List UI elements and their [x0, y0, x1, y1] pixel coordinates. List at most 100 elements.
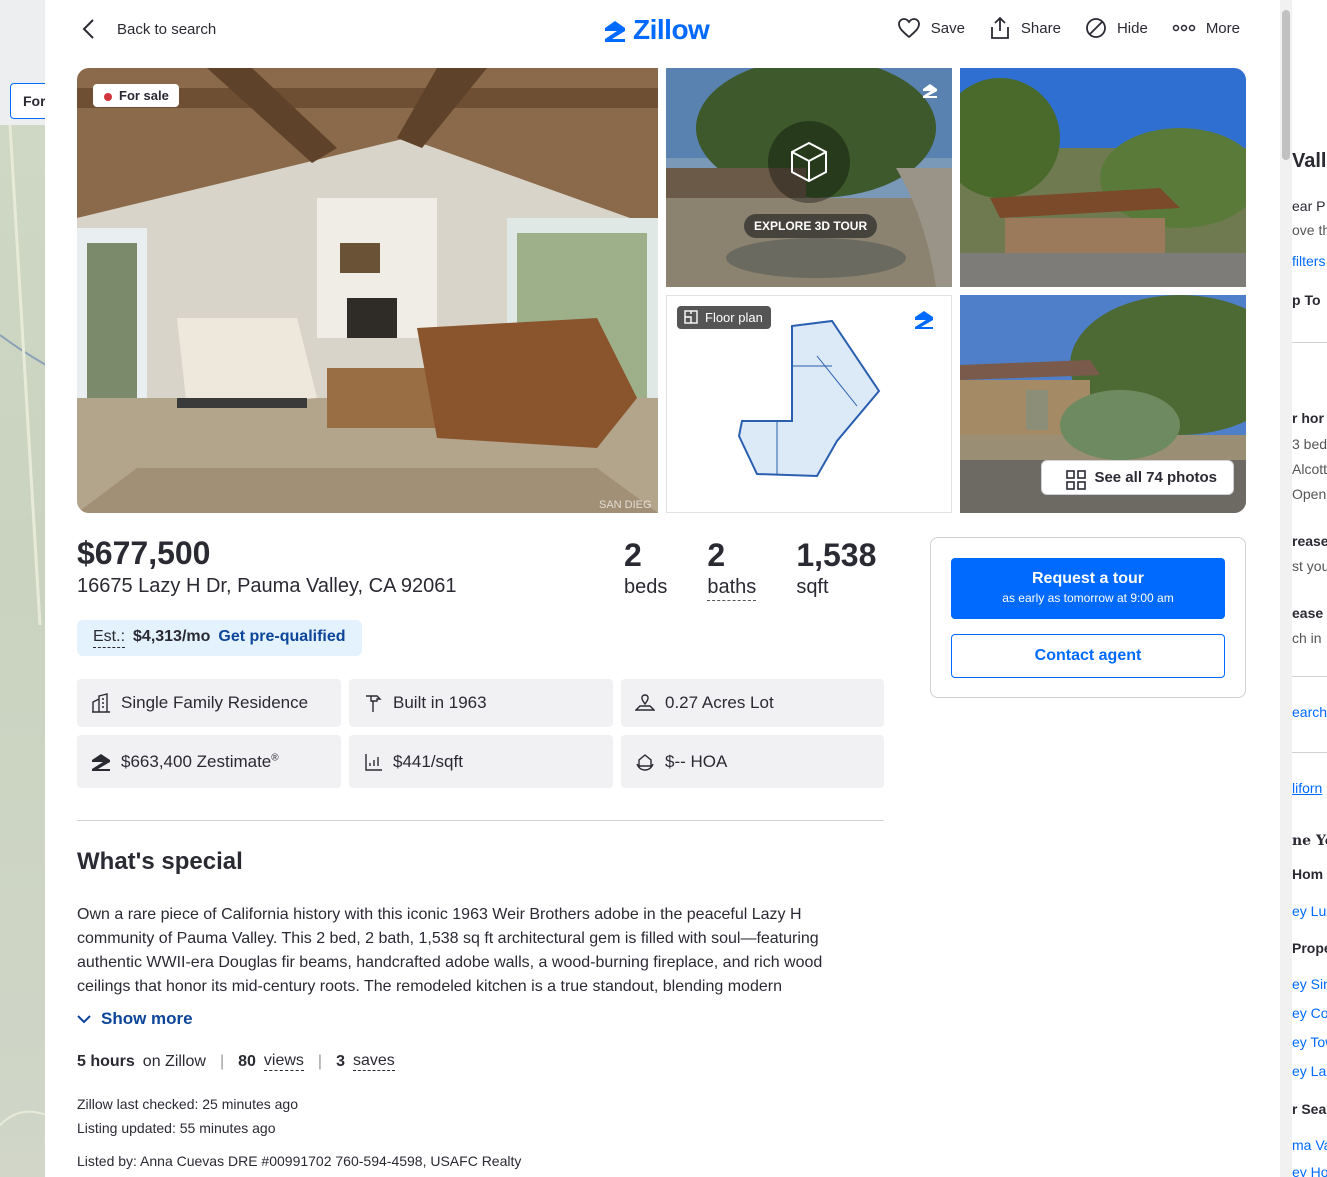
bg-link[interactable]: ey Hon: [1292, 1164, 1327, 1177]
bg-divider: [1292, 676, 1327, 677]
fact-text: $441/sqft: [393, 751, 463, 771]
request-tour-label: Request a tour: [1031, 570, 1144, 587]
back-to-search-button[interactable]: Back to search: [81, 18, 216, 40]
facts-grid: Single Family Residence Built in 1963 0.…: [77, 679, 884, 788]
fact-text: 0.27 Acres Lot: [665, 693, 774, 712]
bg-link[interactable]: filters: [1292, 253, 1325, 269]
hide-icon: [1086, 18, 1106, 38]
hammer-icon: [366, 695, 382, 712]
separator: |: [219, 1052, 225, 1070]
bg-link[interactable]: ey Lux: [1292, 903, 1327, 919]
bg-text: r Sea: [1292, 1101, 1327, 1117]
section-divider: [77, 820, 884, 821]
bg-link[interactable]: ey Lan: [1292, 1063, 1327, 1079]
bg-divider: [1292, 752, 1327, 753]
save-label: Save: [930, 19, 965, 37]
separator: |: [317, 1052, 323, 1070]
listing-address: 16675 Lazy H Dr, Pauma Valley, CA 92061: [77, 575, 457, 597]
bg-text: Open: [1292, 486, 1327, 502]
beds-label: beds: [624, 576, 668, 598]
bg-text: ove th: [1292, 222, 1327, 238]
bg-text: ch in: [1292, 630, 1322, 646]
scrollbar-thumb[interactable]: [1282, 10, 1290, 160]
header-actions: Save Share Hide More: [897, 16, 1240, 40]
bg-text: ease: [1292, 605, 1324, 621]
bg-text: r hor: [1292, 410, 1324, 426]
3d-tour-tile[interactable]: EXPLORE 3D TOUR: [666, 68, 952, 287]
est-value: $4,313/mo: [133, 628, 211, 645]
listed-by-text: Listed by: Anna Cuevas DRE #00991702 760…: [77, 1153, 522, 1169]
bed-bath-sqft: 2 beds 2 baths 1,538 sqft: [624, 536, 916, 601]
exterior-photo-tile[interactable]: [960, 68, 1246, 287]
bg-text: 3 bed: [1292, 436, 1327, 452]
beds-value: 2: [624, 537, 642, 573]
share-button[interactable]: Share: [989, 16, 1061, 40]
for-sale-badge: For sale: [93, 84, 179, 107]
floor-plan-icon: [684, 310, 698, 324]
show-more-button[interactable]: Show more: [77, 1009, 193, 1029]
last-checked-text: Zillow last checked: 25 minutes ago: [77, 1096, 298, 1112]
request-tour-button[interactable]: Request a tour as early as tomorrow at 9…: [951, 558, 1225, 619]
zillow-logo[interactable]: Zillow: [603, 14, 710, 46]
background-map: [0, 124, 46, 1177]
contact-card: Request a tour as early as tomorrow at 9…: [930, 537, 1246, 698]
logo-text: Zillow: [633, 14, 710, 45]
hide-label: Hide: [1116, 19, 1148, 37]
living-room-photo: SAN DIEG: [77, 68, 658, 513]
chevron-down-icon: [77, 1015, 91, 1024]
explore-3d-tour-label: EXPLORE 3D TOUR: [744, 214, 878, 238]
bg-text: ne You: [1292, 833, 1327, 849]
registered-mark: ®: [271, 751, 279, 763]
main-photo[interactable]: SAN DIEG For sale: [77, 68, 658, 513]
saves-label[interactable]: saves: [352, 1052, 395, 1071]
fact-year-built: Built in 1963: [349, 679, 613, 727]
hide-button[interactable]: Hide: [1085, 16, 1148, 40]
views-label[interactable]: views: [263, 1052, 304, 1071]
zillow-mark-icon: [923, 84, 937, 98]
whats-special-heading: What's special: [77, 848, 243, 875]
get-prequalified-link[interactable]: Get pre-qualified: [218, 628, 345, 648]
est-label[interactable]: Est.:: [93, 628, 126, 648]
listing-modal: Back to search Zillow Save Share Hide Mo…: [45, 0, 1280, 1177]
bg-link[interactable]: ey Sin: [1292, 976, 1327, 992]
save-button[interactable]: Save: [897, 16, 965, 40]
baths-label[interactable]: baths: [707, 574, 757, 601]
listing-updated-text: Listing updated: 55 minutes ago: [77, 1120, 276, 1136]
bg-link[interactable]: ey Tow: [1292, 1034, 1327, 1050]
sqft-label: sqft: [796, 576, 829, 598]
photo-watermark: SAN DIEG: [599, 499, 652, 511]
price-per-sqft-icon: [365, 753, 382, 771]
request-tour-subtext: as early as tomorrow at 9:00 am: [1002, 591, 1174, 605]
bg-text: Prope: [1292, 940, 1327, 956]
more-button[interactable]: More: [1172, 16, 1240, 40]
background-listing-panel: Vall ear P ove th filters p To r hor 3 b…: [1292, 0, 1327, 1177]
fact-text: Single Family Residence: [121, 693, 309, 712]
zillow-mark-icon: [915, 311, 933, 329]
bg-text: ear P: [1292, 198, 1326, 214]
baths-stat[interactable]: 2 baths: [707, 536, 757, 601]
3d-cube-icon: [791, 141, 827, 183]
bg-link[interactable]: liforn: [1292, 780, 1322, 796]
see-all-photos-button[interactable]: See all 74 photos: [1041, 460, 1234, 495]
bg-link[interactable]: ey Cor: [1292, 1005, 1327, 1021]
top-nav: Back to search Zillow Save Share Hide Mo…: [45, 0, 1280, 60]
bg-link[interactable]: ma Va: [1292, 1137, 1327, 1153]
views-value: 80: [238, 1052, 256, 1070]
fact-text: $-- HOA: [665, 751, 728, 771]
garden-photo-tile[interactable]: See all 74 photos: [960, 295, 1246, 513]
bg-link[interactable]: earch: [1292, 704, 1327, 720]
floor-plan-tile[interactable]: Floor plan: [666, 295, 952, 513]
modal-scrollbar[interactable]: [1280, 0, 1292, 1177]
bg-text: st you: [1292, 558, 1327, 574]
carport-photo: [960, 68, 1246, 287]
lot-icon: [635, 694, 655, 711]
zestimate-icon: [92, 753, 110, 771]
contact-agent-button[interactable]: Contact agent: [951, 634, 1225, 678]
fact-zestimate[interactable]: $663,400 Zestimate®: [77, 735, 341, 788]
background-filter-button[interactable]: For: [10, 83, 46, 119]
photo-gallery: SAN DIEG For sale EXPLORE 3D TOUR Floor …: [77, 68, 1246, 513]
fact-hoa: $-- HOA: [621, 735, 884, 788]
time-on-zillow-label: on Zillow: [142, 1052, 206, 1070]
engagement-stats: 5 hours on Zillow | 80 views | 3 saves: [77, 1052, 395, 1071]
share-icon: [991, 16, 1009, 39]
